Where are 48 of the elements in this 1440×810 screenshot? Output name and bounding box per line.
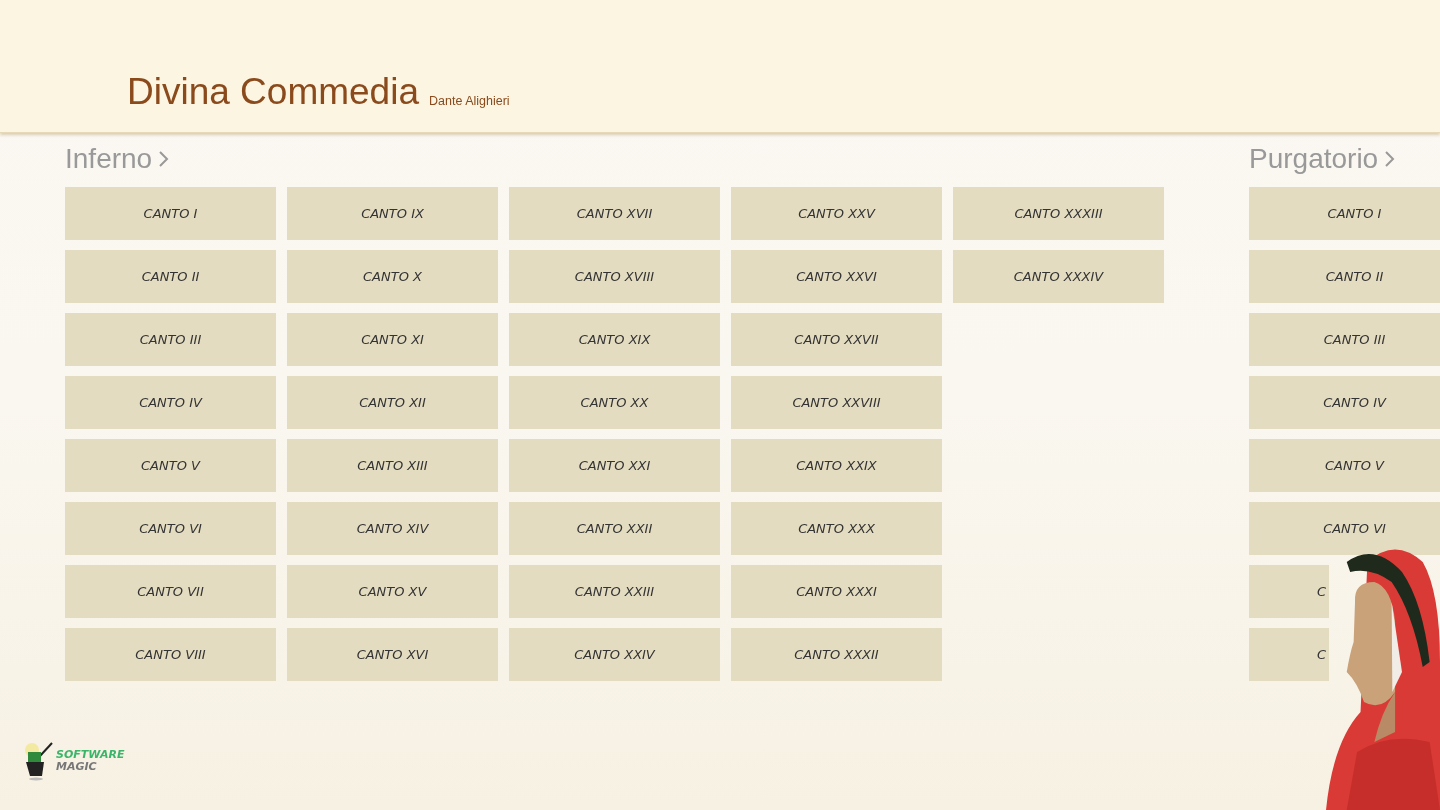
canto-tile[interactable]: CANTO II <box>65 250 276 303</box>
canto-tile[interactable]: CANTO XXVI <box>731 250 942 303</box>
canto-tile[interactable]: CANTO III <box>1249 313 1440 366</box>
logo-text: SOFTWARE <box>56 749 125 761</box>
canto-tile[interactable]: CANTO IV <box>65 376 276 429</box>
canto-tile[interactable]: CANTO XXXII <box>731 628 942 681</box>
canto-tile[interactable]: CANTO XXI <box>509 439 720 492</box>
canto-tile[interactable]: CANTO IX <box>287 187 498 240</box>
canto-tile[interactable]: CANTO XXXIV <box>953 250 1164 303</box>
canto-tile[interactable]: CANTO XIX <box>509 313 720 366</box>
canto-tile[interactable]: CANTO XXIX <box>731 439 942 492</box>
canto-tile[interactable]: CANTO III <box>65 313 276 366</box>
canto-tile[interactable]: CANTO XXIV <box>509 628 720 681</box>
canto-tile[interactable]: CANTO II <box>1249 250 1440 303</box>
canto-tile[interactable]: CANTO XIII <box>287 439 498 492</box>
canto-tile[interactable]: CANTO VI <box>65 502 276 555</box>
canto-tile[interactable]: CANTO V <box>1249 439 1440 492</box>
canto-tile[interactable]: CANTO VII <box>65 565 276 618</box>
canto-tile[interactable]: CANTO VIII <box>65 628 276 681</box>
logo-text: MAGIC <box>56 761 98 773</box>
canto-tile[interactable]: CANTO XV <box>287 565 498 618</box>
canto-tile[interactable]: CANTO VI <box>1249 502 1440 555</box>
chevron-icon <box>1384 150 1396 168</box>
chevron-icon <box>158 150 170 168</box>
canto-tile[interactable]: CANTO IV <box>1249 376 1440 429</box>
author-name: Dante Alighieri <box>429 94 510 110</box>
canto-tile[interactable]: CANTO X <box>287 250 498 303</box>
canto-tile[interactable]: C <box>1249 628 1329 681</box>
canto-tile[interactable]: CANTO XXXI <box>731 565 942 618</box>
canto-tile[interactable]: CANTO XII <box>287 376 498 429</box>
canto-tile[interactable]: CANTO XI <box>287 313 498 366</box>
canto-tile[interactable]: CANTO XVI <box>287 628 498 681</box>
canto-tile[interactable]: CANTO I <box>1249 187 1440 240</box>
canto-tile[interactable]: CANTO XVIII <box>509 250 720 303</box>
canto-tile[interactable]: CANTO XXVII <box>731 313 942 366</box>
canto-tile[interactable]: CANTO XX <box>509 376 720 429</box>
canto-tile[interactable]: CANTO XXXIII <box>953 187 1164 240</box>
canto-tile[interactable]: CANTO V <box>65 439 276 492</box>
canto-tile[interactable]: C <box>1249 565 1329 618</box>
canto-tile[interactable]: CANTO XXIII <box>509 565 720 618</box>
canto-tile[interactable]: CANTO XVII <box>509 187 720 240</box>
canto-tile[interactable]: CANTO I <box>65 187 276 240</box>
canto-tile[interactable]: CANTO XIV <box>287 502 498 555</box>
canto-tile[interactable]: CANTO XXII <box>509 502 720 555</box>
canto-tile[interactable]: CANTO XXV <box>731 187 942 240</box>
canto-tile[interactable]: CANTO XXVIII <box>731 376 942 429</box>
app-title: Divina Commedia <box>127 73 419 110</box>
canto-tile[interactable]: CANTO XXX <box>731 502 942 555</box>
